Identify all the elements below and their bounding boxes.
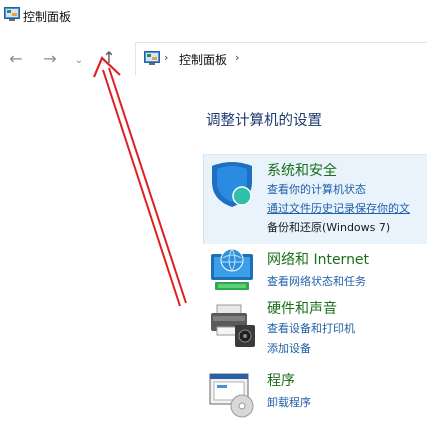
chevron-down-icon[interactable]: ⌄: [70, 53, 88, 69]
breadcrumb-control-panel[interactable]: 控制面板: [179, 51, 227, 68]
back-arrow-icon[interactable]: ←: [6, 51, 26, 67]
breadcrumb-separator[interactable]: ›: [235, 51, 239, 64]
network-globe-icon[interactable]: [209, 246, 255, 292]
category-network-internet-title[interactable]: 网络和 Internet: [267, 249, 369, 269]
link-view-devices-printers[interactable]: 查看设备和打印机: [267, 320, 355, 336]
control-panel-icon: [4, 7, 20, 21]
link-add-device[interactable]: 添加设备: [267, 340, 311, 356]
forward-arrow-icon[interactable]: →: [40, 51, 60, 67]
programs-disc-icon[interactable]: [209, 372, 257, 418]
category-hardware-sound-title[interactable]: 硬件和声音: [267, 298, 337, 318]
category-programs-title[interactable]: 程序: [267, 370, 295, 390]
link-backup-restore[interactable]: 备份和还原(Windows 7): [267, 219, 390, 235]
link-uninstall-program[interactable]: 卸载程序: [267, 394, 311, 410]
link-file-history[interactable]: 通过文件历史记录保存你的文: [267, 200, 410, 216]
window-title: 控制面板: [23, 10, 72, 24]
shield-icon[interactable]: [209, 160, 255, 208]
breadcrumb-separator[interactable]: ›: [164, 51, 168, 64]
page-heading: 调整计算机的设置: [206, 113, 322, 129]
category-system-security-title[interactable]: 系统和安全: [267, 160, 337, 180]
up-arrow-icon[interactable]: ↑: [99, 50, 119, 66]
link-view-computer-status[interactable]: 查看你的计算机状态: [267, 181, 366, 197]
link-view-network-status[interactable]: 查看网络状态和任务: [267, 273, 366, 289]
control-panel-icon: [144, 51, 160, 65]
printer-speaker-icon[interactable]: [209, 303, 257, 349]
